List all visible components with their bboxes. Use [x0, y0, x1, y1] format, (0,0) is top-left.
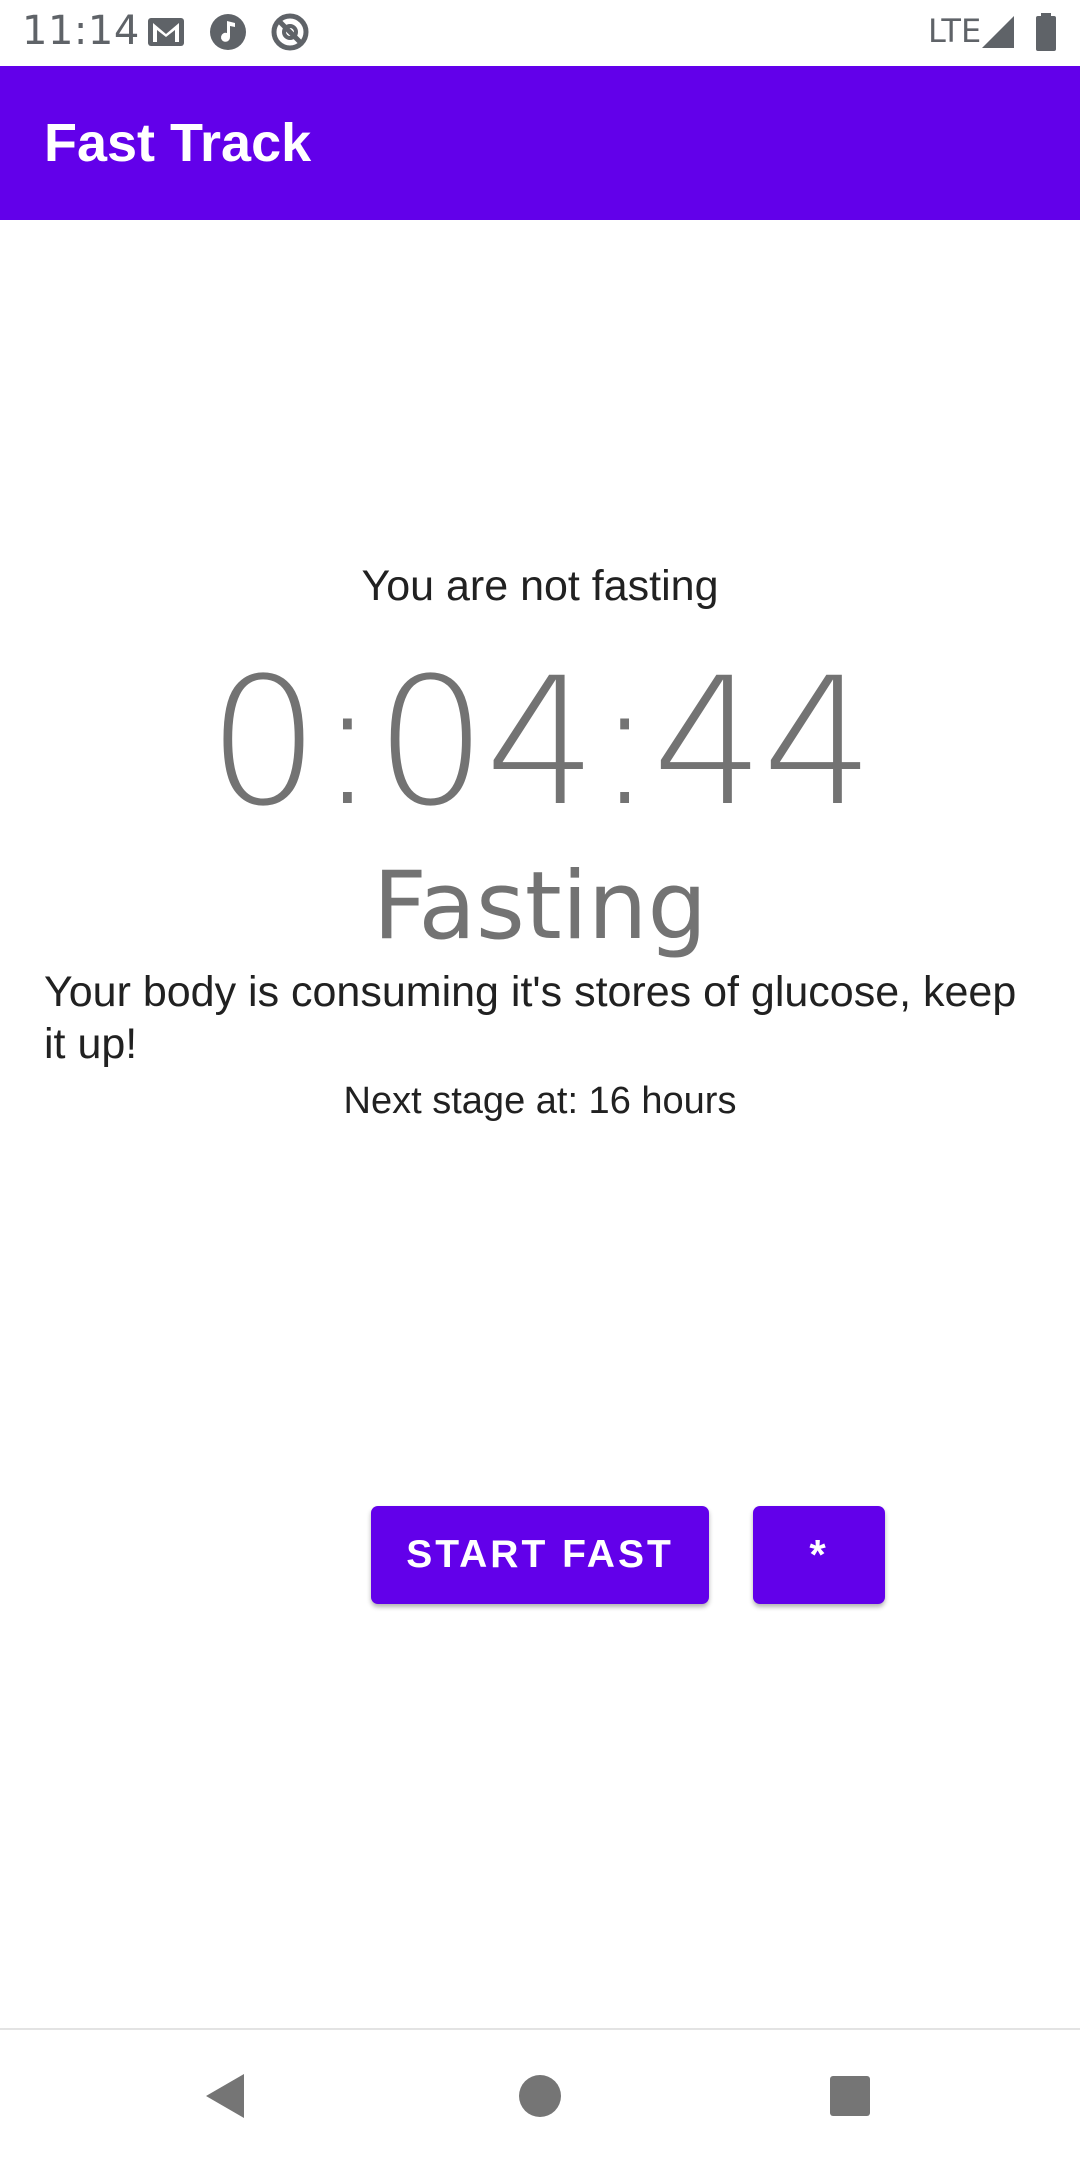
gmail-icon [146, 12, 186, 57]
stage-description: Your body is consuming it's stores of gl… [44, 968, 1017, 1068]
signal-icon [980, 14, 1016, 55]
battery-icon [1034, 12, 1058, 57]
status-bar: 11:14 LTE [0, 0, 1080, 66]
navigation-bar [0, 2028, 1080, 2162]
next-stage-text: Next stage at: 16 hours [343, 1080, 737, 1122]
recents-icon[interactable] [828, 2070, 872, 2127]
home-icon[interactable] [518, 2070, 562, 2127]
stage-name: Fasting [372, 852, 708, 961]
star-button[interactable]: * [753, 1506, 885, 1604]
fasting-status-text: You are not fasting [361, 562, 719, 610]
app-bar: Fast Track [0, 66, 1080, 220]
network-type: LTE [928, 12, 982, 50]
elapsed-timer: 0:04:44 [207, 640, 874, 845]
status-time: 11:14 [22, 8, 140, 54]
start-fast-button[interactable]: START FAST [371, 1506, 709, 1604]
music-icon [208, 12, 248, 57]
no-disturb-icon [270, 12, 310, 57]
back-icon[interactable] [202, 2070, 248, 2127]
app-title: Fast Track [44, 113, 312, 173]
